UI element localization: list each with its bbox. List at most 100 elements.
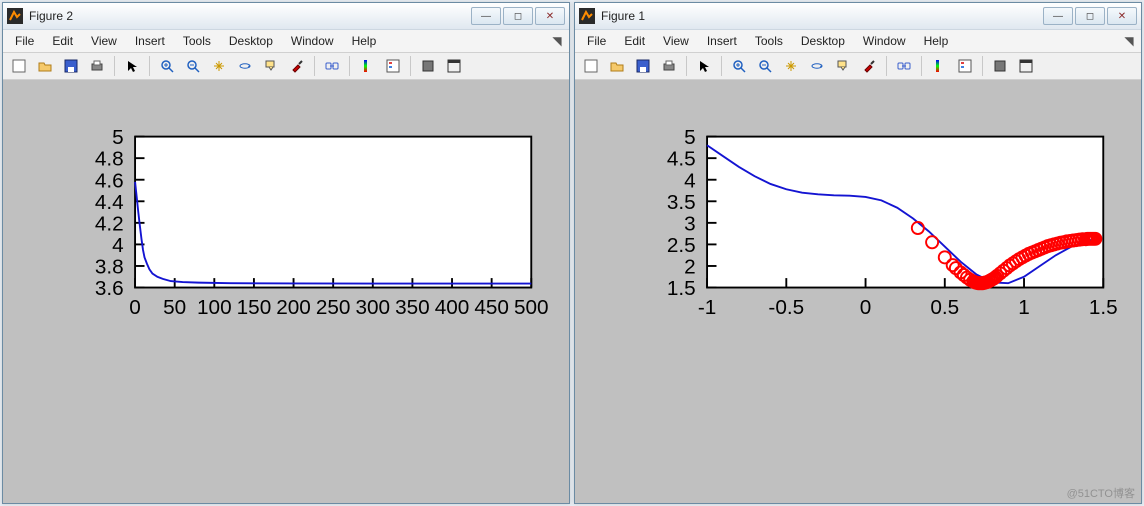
figure-canvas[interactable]: 0501001502002503003504004505003.63.844.2… <box>3 80 569 503</box>
svg-text:4.8: 4.8 <box>95 148 124 171</box>
datatip-icon[interactable] <box>831 54 855 78</box>
new-figure-icon[interactable] <box>579 54 603 78</box>
legend-icon[interactable] <box>953 54 977 78</box>
svg-text:0.5: 0.5 <box>930 296 959 319</box>
svg-text:3.6: 3.6 <box>95 277 124 300</box>
menu-tools[interactable]: Tools <box>747 32 791 50</box>
svg-text:150: 150 <box>237 296 272 319</box>
svg-text:-1: -1 <box>698 296 716 319</box>
close-button[interactable]: ✕ <box>1107 7 1137 25</box>
svg-text:4.6: 4.6 <box>95 169 124 192</box>
svg-text:4: 4 <box>684 169 696 192</box>
link-icon[interactable] <box>320 54 344 78</box>
brush-icon[interactable] <box>285 54 309 78</box>
open-icon[interactable] <box>605 54 629 78</box>
menu-view[interactable]: View <box>655 32 697 50</box>
svg-text:3.8: 3.8 <box>95 256 124 279</box>
minimize-button[interactable]: — <box>471 7 501 25</box>
svg-text:50: 50 <box>163 296 186 319</box>
titlebar[interactable]: Figure 2 — ◻ ✕ <box>3 3 569 30</box>
menu-insert[interactable]: Insert <box>127 32 173 50</box>
axes[interactable]: -1-0.500.511.51.522.533.544.55 <box>575 80 1141 363</box>
menu-desktop[interactable]: Desktop <box>221 32 281 50</box>
rotate3d-icon[interactable] <box>805 54 829 78</box>
pan-icon[interactable] <box>207 54 231 78</box>
figure-window-1: Figure 1 — ◻ ✕ File Edit View Insert Too… <box>574 2 1142 504</box>
menu-file[interactable]: File <box>7 32 42 50</box>
zoom-in-icon[interactable] <box>155 54 179 78</box>
menubar: File Edit View Insert Tools Desktop Wind… <box>575 30 1141 53</box>
toolbar <box>3 53 569 80</box>
svg-text:300: 300 <box>355 296 390 319</box>
svg-text:500: 500 <box>514 296 549 319</box>
svg-text:4.2: 4.2 <box>95 212 124 235</box>
menu-insert[interactable]: Insert <box>699 32 745 50</box>
zoom-in-icon[interactable] <box>727 54 751 78</box>
toolbar <box>575 53 1141 80</box>
titlebar[interactable]: Figure 1 — ◻ ✕ <box>575 3 1141 30</box>
window-title: Figure 1 <box>601 9 1037 23</box>
svg-text:3: 3 <box>684 212 696 235</box>
maximize-button[interactable]: ◻ <box>1075 7 1105 25</box>
colorbar-icon[interactable] <box>355 54 379 78</box>
svg-text:1: 1 <box>1018 296 1030 319</box>
print-icon[interactable] <box>657 54 681 78</box>
watermark: @51CTO博客 <box>1067 485 1135 501</box>
hide-tools-icon[interactable] <box>988 54 1012 78</box>
matlab-icon <box>7 8 23 24</box>
menu-edit[interactable]: Edit <box>44 32 81 50</box>
svg-text:0: 0 <box>129 296 141 319</box>
svg-text:5: 5 <box>684 126 696 149</box>
menu-desktop[interactable]: Desktop <box>793 32 853 50</box>
svg-text:1.5: 1.5 <box>667 277 696 300</box>
hide-tools-icon[interactable] <box>416 54 440 78</box>
svg-text:4.4: 4.4 <box>95 191 124 214</box>
svg-text:2.5: 2.5 <box>667 234 696 257</box>
brush-icon[interactable] <box>857 54 881 78</box>
menubar: File Edit View Insert Tools Desktop Wind… <box>3 30 569 53</box>
minimize-button[interactable]: — <box>1043 7 1073 25</box>
menu-file[interactable]: File <box>579 32 614 50</box>
dock-icon[interactable] <box>442 54 466 78</box>
menu-tools[interactable]: Tools <box>175 32 219 50</box>
menu-dropdown-icon[interactable]: ◥ <box>549 34 565 48</box>
menu-help[interactable]: Help <box>916 32 957 50</box>
menu-edit[interactable]: Edit <box>616 32 653 50</box>
figure-canvas[interactable]: -1-0.500.511.51.522.533.544.55 @51CTO博客 <box>575 80 1141 503</box>
pointer-icon[interactable] <box>120 54 144 78</box>
rotate3d-icon[interactable] <box>233 54 257 78</box>
close-button[interactable]: ✕ <box>535 7 565 25</box>
svg-text:-0.5: -0.5 <box>768 296 804 319</box>
zoom-out-icon[interactable] <box>181 54 205 78</box>
link-icon[interactable] <box>892 54 916 78</box>
datatip-icon[interactable] <box>259 54 283 78</box>
maximize-button[interactable]: ◻ <box>503 7 533 25</box>
menu-dropdown-icon[interactable]: ◥ <box>1121 34 1137 48</box>
save-icon[interactable] <box>631 54 655 78</box>
window-title: Figure 2 <box>29 9 465 23</box>
menu-help[interactable]: Help <box>344 32 385 50</box>
dock-icon[interactable] <box>1014 54 1038 78</box>
zoom-out-icon[interactable] <box>753 54 777 78</box>
print-icon[interactable] <box>85 54 109 78</box>
colorbar-icon[interactable] <box>927 54 951 78</box>
new-figure-icon[interactable] <box>7 54 31 78</box>
pointer-icon[interactable] <box>692 54 716 78</box>
axes[interactable]: 0501001502002503003504004505003.63.844.2… <box>3 80 569 363</box>
svg-text:350: 350 <box>395 296 430 319</box>
open-icon[interactable] <box>33 54 57 78</box>
svg-text:400: 400 <box>435 296 470 319</box>
svg-text:2: 2 <box>684 256 696 279</box>
menu-view[interactable]: View <box>83 32 125 50</box>
pan-icon[interactable] <box>779 54 803 78</box>
save-icon[interactable] <box>59 54 83 78</box>
svg-text:250: 250 <box>316 296 351 319</box>
svg-text:1.5: 1.5 <box>1089 296 1118 319</box>
menu-window[interactable]: Window <box>283 32 342 50</box>
svg-text:200: 200 <box>276 296 311 319</box>
svg-text:4.5: 4.5 <box>667 148 696 171</box>
svg-text:3.5: 3.5 <box>667 191 696 214</box>
figure-window-2: Figure 2 — ◻ ✕ File Edit View Insert Too… <box>2 2 570 504</box>
legend-icon[interactable] <box>381 54 405 78</box>
menu-window[interactable]: Window <box>855 32 914 50</box>
